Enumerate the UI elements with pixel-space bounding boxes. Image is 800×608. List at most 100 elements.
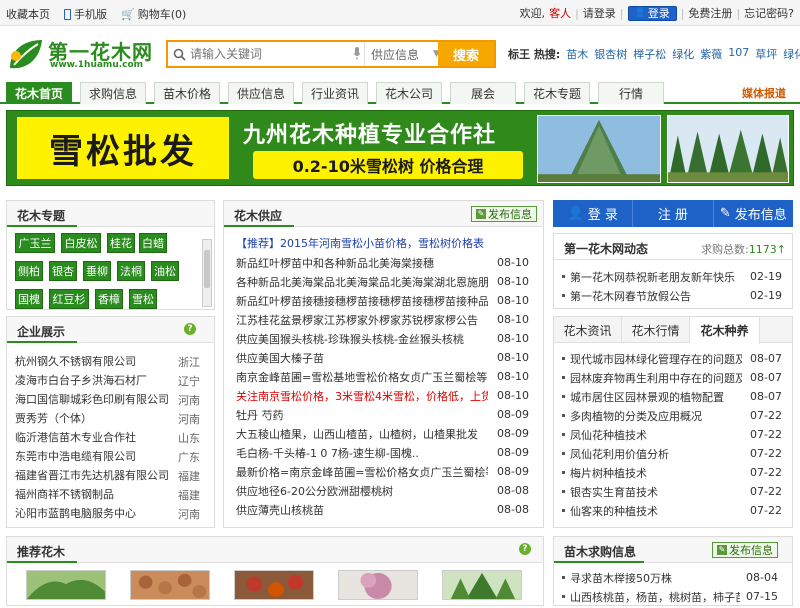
news-row[interactable]: 第一花木网春节放假公告 02-19 bbox=[562, 286, 782, 305]
supply-row[interactable]: 南京金峰苗圃=雪松基地雪松价格女贞广玉兰蜀桧等 08-10 bbox=[236, 367, 529, 386]
company-row[interactable]: 海口国信聊城彩色印刷有限公司 河南 bbox=[15, 389, 200, 408]
register-link[interactable]: 免费注册 bbox=[688, 5, 732, 21]
company-row[interactable]: 福建省晋江市先达机器有限公司 福建 bbox=[15, 465, 200, 484]
scrollbar-thumb[interactable] bbox=[204, 250, 210, 288]
search-category-select[interactable]: 供应信息 ▼ bbox=[364, 42, 442, 66]
article-row[interactable]: 凤仙花种植技术 07-22 bbox=[562, 425, 782, 444]
plant-thumbnail[interactable] bbox=[338, 570, 418, 600]
tab-cultivation[interactable]: 花木种养 bbox=[690, 317, 760, 344]
help-icon[interactable]: ? bbox=[184, 323, 196, 335]
login-button[interactable]: 👤 登 录 bbox=[553, 200, 634, 227]
news-row[interactable]: 第一花木网恭祝新老朋友新年快乐 02-19 bbox=[562, 267, 782, 286]
tab-news[interactable]: 花木资讯 bbox=[554, 317, 622, 343]
hot-search-item[interactable]: 苗木 bbox=[566, 46, 588, 62]
publish-button[interactable]: ✎ 发布信息 bbox=[714, 200, 793, 227]
company-row[interactable]: 东莞市中浩电缆有限公司 广东 bbox=[15, 446, 200, 465]
plant-thumbnail[interactable] bbox=[26, 570, 106, 600]
supply-row[interactable]: 新品红叶椤苗接穗接穗椤苗接穗椤苗接穗椤苗接种品3-10 08-10 bbox=[236, 291, 529, 310]
supply-row[interactable]: 各种新品北美海棠品北美海棠品北美海棠湖北恩施朋友0 08-10 bbox=[236, 272, 529, 291]
supply-row[interactable]: 供应美国大榛子苗 08-10 bbox=[236, 348, 529, 367]
register-button[interactable]: 注 册 bbox=[633, 200, 714, 227]
companies-title: 企业展示 bbox=[17, 325, 66, 339]
search-input[interactable] bbox=[190, 45, 360, 63]
site-logo[interactable]: 第一花木网 www.1huamu.com bbox=[6, 36, 156, 74]
ad-banner[interactable]: 雪松批发 九州花木种植专业合作社 0.2-10米雪松树 价格合理 bbox=[6, 110, 794, 186]
hot-search-item[interactable]: 银杏树 bbox=[594, 46, 627, 62]
hot-search-item[interactable]: 榉子松 bbox=[633, 46, 666, 62]
tab-market[interactable]: 花木行情 bbox=[622, 317, 690, 343]
supply-row[interactable]: 牡丹 芍药 08-09 bbox=[236, 405, 529, 424]
supply-row[interactable]: 供应地径6-20公分欧洲甜樱桃树 08-08 bbox=[236, 481, 529, 500]
topic-chip[interactable]: 白蜡 bbox=[139, 233, 167, 253]
article-row[interactable]: 梅片树种植技术 07-22 bbox=[562, 463, 782, 482]
topic-chip[interactable]: 银杏 bbox=[49, 261, 77, 281]
forgot-password-link[interactable]: 忘记密码? bbox=[744, 5, 794, 21]
article-row[interactable]: 现代城市园林绿化管理存在的问题及解决 08-07 bbox=[562, 349, 782, 368]
purchase-row[interactable]: 寻求苗木榉接50万株 08-04 bbox=[562, 568, 778, 587]
nav-home[interactable]: 花木首页 bbox=[6, 82, 72, 104]
hot-search-item[interactable]: 107 bbox=[728, 46, 749, 62]
hot-search-item[interactable]: 紫薇 bbox=[700, 46, 722, 62]
topic-chip[interactable]: 法桐 bbox=[117, 261, 145, 281]
company-row[interactable]: 沁阳市蓝鹊电脑服务中心 河南 bbox=[15, 503, 200, 522]
topic-chip[interactable]: 桂花 bbox=[107, 233, 135, 253]
topic-chip[interactable]: 油松 bbox=[151, 261, 179, 281]
topics-header: 花木专题 bbox=[7, 201, 214, 227]
topics-scrollbar[interactable] bbox=[202, 239, 212, 307]
purchase-row[interactable]: 山西核桃苗，杨苗，桃树苗，柿子苗 07-15 bbox=[562, 587, 778, 606]
article-row[interactable]: 仙客来的种植技术 07-22 bbox=[562, 501, 782, 520]
topic-chip[interactable]: 侧柏 bbox=[15, 261, 43, 281]
supply-row[interactable]: 关注南京雪松价格，3米雪松4米雪松，价格低，上货快 08-10 bbox=[236, 386, 529, 405]
nav-topics[interactable]: 花木专题 bbox=[524, 82, 590, 104]
supply-row[interactable]: 毛白杨-千头椿-1 0 7杨-速生柳-国槐.. 08-09 bbox=[236, 443, 529, 462]
article-row[interactable]: 多肉植物的分类及应用概况 07-22 bbox=[562, 406, 782, 425]
topic-chip[interactable]: 香樟 bbox=[95, 289, 123, 309]
supply-row[interactable]: 供应美国猴头核桃-珍珠猴头核桃-金丝猴头核桃 08-10 bbox=[236, 329, 529, 348]
supply-row[interactable]: 江苏桂花盆景椤家江苏椤家外椤家苏锐椤家椤公告 08-10 bbox=[236, 310, 529, 329]
nav-prices[interactable]: 苗木价格 bbox=[154, 82, 220, 104]
supply-row[interactable]: 最新价格=南京金峰苗圃=雪松价格女贞广玉兰蜀桧等 08-09 bbox=[236, 462, 529, 481]
help-icon[interactable]: ? bbox=[519, 543, 531, 555]
nav-news[interactable]: 行业资讯 bbox=[302, 82, 368, 104]
login-button[interactable]: 👤 登录 bbox=[627, 5, 677, 21]
company-row[interactable]: 临沂港信苗木专业合作社 山东 bbox=[15, 427, 200, 446]
hot-search-item[interactable]: 绿化苗 bbox=[783, 46, 800, 62]
media-report-link[interactable]: 媒体报道 bbox=[742, 85, 786, 101]
company-row[interactable]: 杭州钢久不锈钢有限公司 浙江 bbox=[15, 351, 200, 370]
supply-row[interactable]: 大五稜山楂果，山西山楂苗，山楂树，山楂果批发 08-09 bbox=[236, 424, 529, 443]
mobile-link[interactable]: 手机版 bbox=[64, 6, 107, 22]
article-row[interactable]: 银杏实生育苗技术 07-22 bbox=[562, 482, 782, 501]
supply-row[interactable]: 供应薄壳山核桃苗 08-08 bbox=[236, 500, 529, 519]
plant-thumbnail[interactable] bbox=[130, 570, 210, 600]
company-row[interactable]: 福州商祥不锈钢制品 福建 bbox=[15, 484, 200, 503]
article-row[interactable]: 城市居住区园林景观的植物配置 08-07 bbox=[562, 387, 782, 406]
topic-chip[interactable]: 雪松 bbox=[129, 289, 157, 309]
plant-thumbnail[interactable] bbox=[442, 570, 522, 600]
microphone-icon[interactable] bbox=[353, 47, 361, 61]
nav-supply[interactable]: 供应信息 bbox=[228, 82, 294, 104]
nav-expo[interactable]: 展会 bbox=[450, 82, 516, 104]
nav-market[interactable]: 行情 bbox=[598, 82, 664, 104]
featured-supply-link[interactable]: 【推荐】2015年河南雪松小苗价格，雪松树价格表 bbox=[236, 233, 529, 252]
topic-chip[interactable]: 红豆杉 bbox=[49, 289, 89, 309]
nav-purchase[interactable]: 求购信息 bbox=[80, 82, 146, 104]
bookmark-link[interactable]: 收藏本页 bbox=[6, 6, 50, 22]
please-login-link[interactable]: 请登录 bbox=[583, 5, 616, 21]
nav-companies[interactable]: 花木公司 bbox=[376, 82, 442, 104]
topic-chip[interactable]: 垂柳 bbox=[83, 261, 111, 281]
company-row[interactable]: 贾秀芳（个体） 河南 bbox=[15, 408, 200, 427]
topic-chip[interactable]: 白皮松 bbox=[61, 233, 101, 253]
publish-purchase-button[interactable]: ✎ 发布信息 bbox=[712, 542, 778, 558]
supply-row[interactable]: 新品红叶椤苗中和各种新品北美海棠接穗 08-10 bbox=[236, 253, 529, 272]
plant-thumbnail[interactable] bbox=[234, 570, 314, 600]
company-row[interactable]: 凌海市白台子乡洪海石材厂 辽宁 bbox=[15, 370, 200, 389]
article-row[interactable]: 园林废弃物再生利用中存在的问题及建议 08-07 bbox=[562, 368, 782, 387]
topic-chip[interactable]: 广玉兰 bbox=[15, 233, 55, 253]
publish-supply-button[interactable]: ✎ 发布信息 bbox=[471, 206, 537, 222]
cart-link[interactable]: 🛒 购物车(0) bbox=[121, 6, 186, 22]
hot-search-item[interactable]: 绿化 bbox=[672, 46, 694, 62]
hot-search-item[interactable]: 草坪 bbox=[755, 46, 777, 62]
article-row[interactable]: 凤仙花利用价值分析 07-22 bbox=[562, 444, 782, 463]
topic-chip[interactable]: 国槐 bbox=[15, 289, 43, 309]
search-button[interactable]: 搜索 bbox=[438, 42, 494, 66]
